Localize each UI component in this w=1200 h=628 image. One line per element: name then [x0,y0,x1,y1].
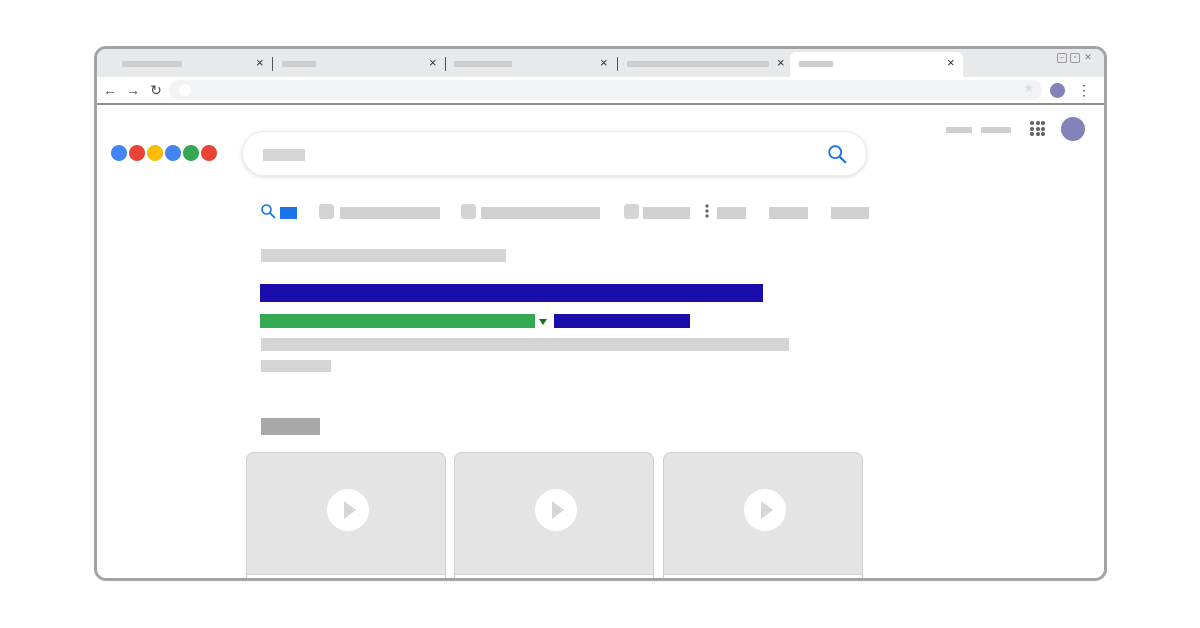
tab-title-placeholder [122,61,182,67]
restore-icon[interactable]: ▫ [1070,53,1080,63]
logo-dot [129,145,145,161]
forward-arrow-icon[interactable]: → [124,81,142,99]
search-box[interactable] [242,131,867,176]
browser-menu-icon[interactable]: ⋮ [1077,81,1091,99]
result-snippet-line [261,360,331,372]
search-results-page [97,107,1104,578]
tab-title-placeholder [282,61,316,67]
video-card-caption [247,574,445,578]
tab-more[interactable] [704,204,749,219]
play-icon[interactable] [327,489,369,531]
result-url[interactable] [260,314,535,328]
tab-label-placeholder [280,207,297,219]
address-bar[interactable]: ★ [169,80,1042,100]
more-vert-icon [705,204,709,218]
videos-section-heading [261,418,320,435]
tab-close-icon[interactable]: × [947,56,955,70]
tab-filter-2[interactable] [319,204,444,219]
logo-dot [165,145,181,161]
tab-icon-placeholder [624,204,639,219]
reload-icon[interactable]: ↻ [147,81,165,99]
tab-separator [617,57,618,71]
tab-label-placeholder [481,207,600,219]
tab-close-icon[interactable]: × [600,56,608,70]
result-stats-placeholder [261,249,506,262]
result-snippet-line [261,338,789,351]
tab-title-placeholder [799,61,833,67]
tab-5-active[interactable]: × [790,52,963,77]
tab-title-placeholder [627,61,769,67]
google-logo[interactable] [111,145,217,161]
tab-filter-3[interactable] [461,204,606,219]
tab-separator [445,57,446,71]
video-card[interactable] [663,452,863,578]
tab-label-placeholder [717,207,746,219]
video-card-caption [455,574,653,578]
result-url-dropdown-icon[interactable] [539,319,547,325]
search-icon[interactable] [826,143,848,165]
tab-title-placeholder [454,61,512,67]
tab-icon-placeholder [319,204,334,219]
result-title-link[interactable] [260,284,763,302]
tab-1[interactable]: × [97,52,272,77]
logo-dot [201,145,217,161]
close-window-icon[interactable]: ✕ [1083,53,1093,63]
play-icon[interactable] [535,489,577,531]
tab-settings[interactable] [769,207,809,219]
site-info-icon[interactable] [179,84,191,96]
tab-label-placeholder [769,207,808,219]
tab-label-placeholder [831,207,869,219]
account-avatar[interactable] [1061,117,1085,141]
tab-4[interactable]: × [617,52,789,77]
search-query-placeholder [263,149,305,161]
apps-grid-icon[interactable] [1030,121,1045,136]
tab-filter-4[interactable] [624,204,694,219]
tab-close-icon[interactable]: × [256,56,264,70]
header-link-placeholder[interactable] [946,127,972,133]
play-icon[interactable] [744,489,786,531]
browser-profile-avatar[interactable] [1050,83,1065,98]
logo-dot [183,145,199,161]
tab-icon-placeholder [461,204,476,219]
video-card[interactable] [454,452,654,578]
result-breadcrumb-link[interactable] [554,314,690,328]
tab-all[interactable] [260,204,300,219]
logo-dot [147,145,163,161]
minimize-icon[interactable]: – [1057,53,1067,63]
video-card[interactable] [246,452,446,578]
tab-label-placeholder [643,207,690,219]
logo-dot [111,145,127,161]
browser-toolbar: ← → ↻ ★ ⋮ [97,77,1104,105]
tab-close-icon[interactable]: × [777,56,785,70]
tab-tools[interactable] [831,207,871,219]
back-arrow-icon[interactable]: ← [101,81,119,99]
header-link-placeholder[interactable] [981,127,1011,133]
tab-close-icon[interactable]: × [429,56,437,70]
tab-2[interactable]: × [272,52,445,77]
video-card-caption [664,574,862,578]
browser-window: × × × × × – ▫ ✕ ← → ↻ ★ ⋮ [94,46,1107,581]
tab-separator [272,57,273,71]
tab-3[interactable]: × [445,52,617,77]
search-icon [261,204,276,219]
tab-label-placeholder [340,207,440,219]
tab-strip: × × × × × – ▫ ✕ [97,49,1104,77]
bookmark-star-icon[interactable]: ★ [1023,81,1034,95]
